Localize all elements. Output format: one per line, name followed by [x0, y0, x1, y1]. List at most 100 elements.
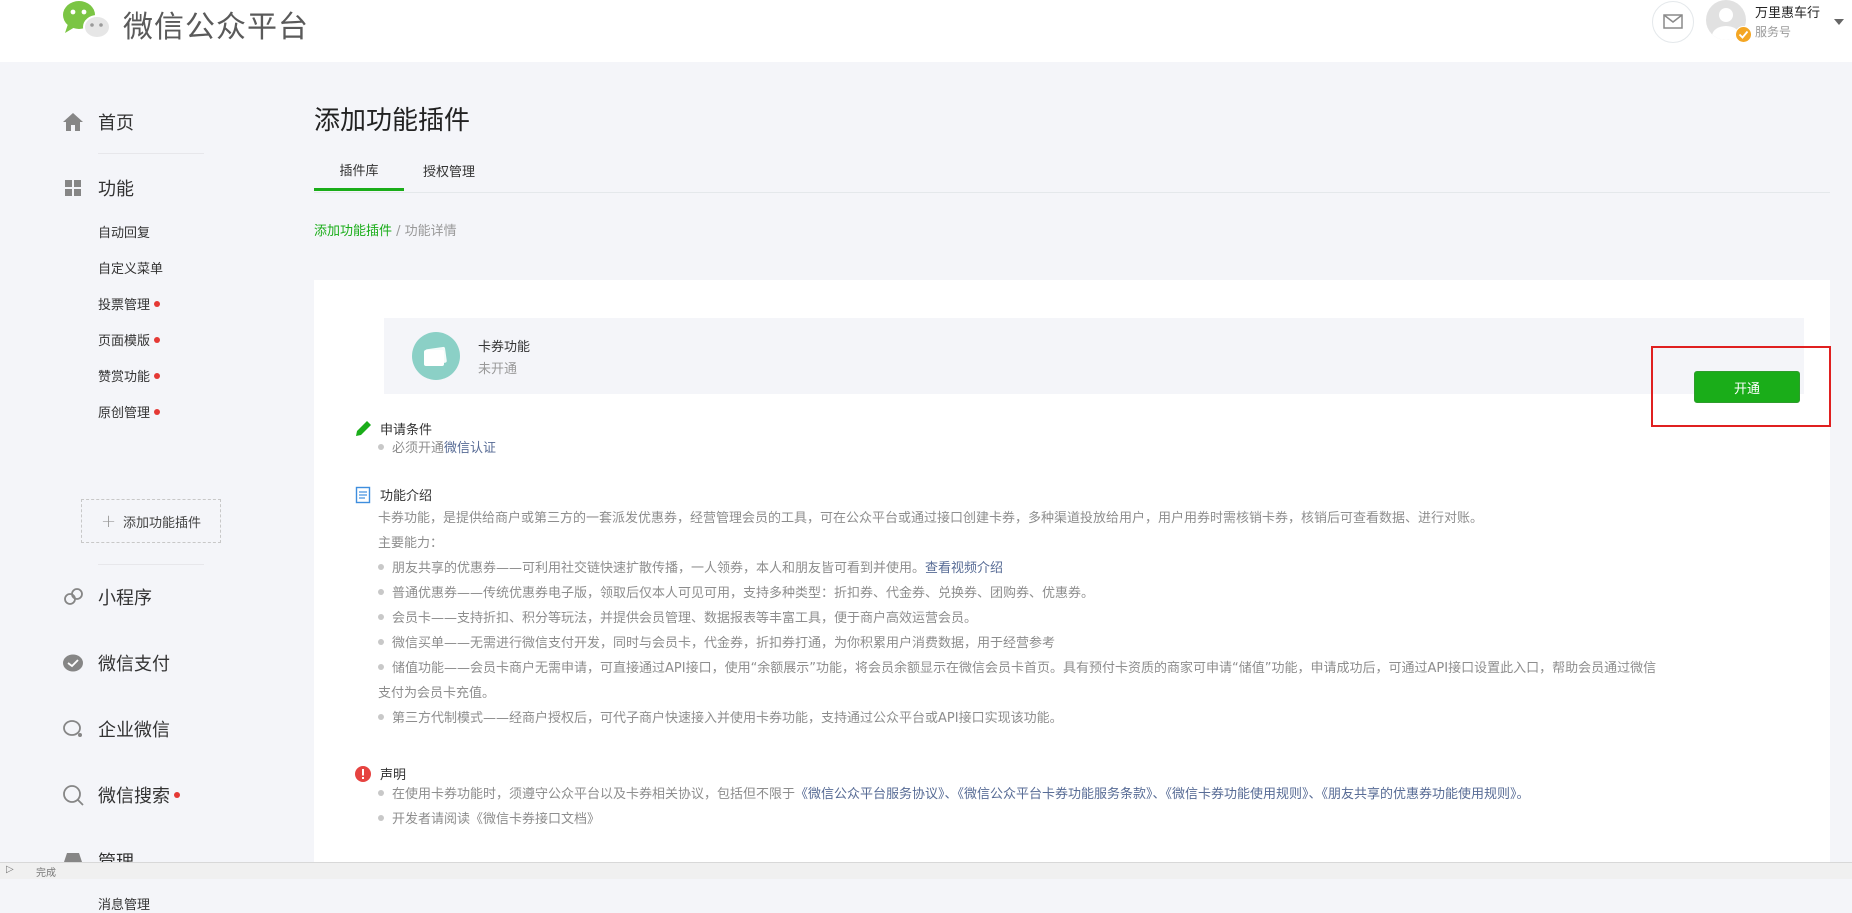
sidebar-item-label: 自定义菜单 [98, 262, 164, 277]
breadcrumb-separator: / [392, 224, 405, 239]
sidebar-item-label: 微信支付 [98, 654, 170, 675]
abilities-label: 主要能力： [378, 536, 444, 551]
enable-button[interactable]: 开通 [1694, 371, 1800, 403]
section-title: 功能介绍 [380, 489, 433, 504]
chevron-down-icon[interactable] [1834, 10, 1844, 29]
ability-item: 普通优惠券——传统优惠券电子版，领取后仅本人可见可用，支持多种类型：折扣券、代金… [378, 581, 1798, 606]
feature-detail-card: 卡券功能 未开通 开通 申请条件 必须开通微信认证 功能介绍 卡券功能，是提供给… [314, 280, 1831, 878]
card-coupon-icon [412, 332, 460, 380]
condition-text: 必须开通 [392, 441, 445, 456]
sidebar-item-home[interactable]: 首页 [62, 109, 134, 135]
divider [98, 153, 204, 154]
ability-item: 朋友共享的优惠券——可利用社交链快速扩散传播，一人领券，本人和朋友皆可看到并使用… [378, 556, 1798, 581]
tab-label: 插件库 [339, 163, 379, 179]
sidebar-item-custom-menu[interactable]: 自定义菜单 [98, 258, 163, 277]
tab-bar: 插件库 授权管理 [314, 150, 1830, 193]
ability-text: 储值功能——会员卡商户无需申请，可直接通过API接口，使用“余额展示”功能，将会… [392, 661, 1657, 676]
sidebar-item-messages[interactable]: 消息管理 [98, 894, 150, 913]
sidebar-item-label: 赞赏功能 [98, 370, 151, 385]
sidebar-item-label: 企业微信 [98, 720, 170, 741]
mail-icon [1663, 14, 1683, 29]
ability-item: 会员卡——支持折扣、积分等玩法，并提供会员管理、数据报表等丰富工具，便于商户高效… [378, 606, 1798, 631]
ability-item: 微信买单——无需进行微信支付开发，同时与会员卡，代金券，折扣券打通，为你积累用户… [378, 631, 1798, 656]
grid-icon [62, 177, 84, 199]
statement-text[interactable]: 开发者请阅读《微信卡券接口文档》 [392, 812, 600, 827]
ability-item: 储值功能——会员卡商户无需申请，可直接通过API接口，使用“余额展示”功能，将会… [378, 656, 1798, 681]
new-badge [174, 792, 180, 798]
sidebar-item-page-template[interactable]: 页面模版 [98, 330, 161, 349]
section-title: 声明 [380, 768, 407, 783]
sidebar-item-original[interactable]: 原创管理 [98, 402, 161, 421]
browser-status-bar: ▷ 完成 [0, 862, 1852, 879]
sidebar-item-label: 消息管理 [98, 898, 151, 913]
add-plugin-button[interactable]: + 添加功能插件 [81, 499, 221, 543]
bullet-icon [378, 814, 384, 821]
sidebar-item-auto-reply[interactable]: 自动回复 [98, 222, 150, 241]
plus-icon: + [100, 510, 117, 532]
breadcrumb: 添加功能插件 / 功能详情 [314, 220, 457, 239]
account-name[interactable]: 万里惠车行 [1755, 2, 1820, 21]
sidebar-item-enterprise[interactable]: 企业微信 [62, 716, 170, 742]
platform-title[interactable]: 微信公众平台 [123, 2, 309, 46]
warning-icon [354, 765, 372, 783]
tab-auth-manage[interactable]: 授权管理 [404, 150, 494, 191]
bullet-icon [378, 443, 384, 450]
new-badge [154, 372, 161, 379]
sidebar-item-search[interactable]: 微信搜索 [62, 782, 180, 808]
page-title: 添加功能插件 [314, 106, 471, 136]
feature-name: 卡券功能 [478, 340, 531, 355]
pen-icon [354, 420, 372, 438]
breadcrumb-current: 功能详情 [404, 224, 457, 239]
wechat-auth-link[interactable]: 微信认证 [444, 441, 496, 456]
sidebar-item-label: 首页 [98, 113, 134, 134]
ability-text: 会员卡——支持折扣、积分等玩法，并提供会员管理、数据报表等丰富工具，便于商户高效… [392, 611, 978, 626]
sidebar-item-label: 页面模版 [98, 334, 151, 349]
divider [98, 564, 204, 565]
agreement-links[interactable]: 《微信公众平台服务协议》、《微信公众平台卡券功能服务条款》、《微信卡券功能使用规… [795, 787, 1530, 802]
sidebar-item-label: 自动回复 [98, 226, 151, 241]
bullet-icon [378, 663, 384, 670]
ability-text: 微信买单——无需进行微信支付开发，同时与会员卡，代金券，折扣券打通，为你积累用户… [392, 636, 1056, 651]
ability-text: 普通优惠券——传统优惠券电子版，领取后仅本人可见可用，支持多种类型：折扣券、代金… [392, 586, 1095, 601]
new-badge [154, 408, 161, 415]
condition-item: 必须开通微信认证 [378, 436, 1798, 461]
feature-summary: 卡券功能 未开通 开通 [384, 318, 1831, 427]
wechat-logo-icon[interactable] [62, 0, 118, 44]
status-text: 完成 [36, 868, 56, 879]
breadcrumb-link[interactable]: 添加功能插件 [314, 224, 392, 239]
sidebar-item-wechat-pay[interactable]: 微信支付 [62, 650, 170, 676]
top-header: 微信公众平台 万里惠车行 服务号 [0, 0, 1852, 62]
mail-button[interactable] [1652, 1, 1694, 43]
tab-label: 授权管理 [422, 165, 475, 180]
ability-continued: 支付为会员卡充值。 [378, 686, 496, 701]
new-badge [154, 336, 161, 343]
statement-heading: 声明 [354, 764, 406, 783]
statement-item: 开发者请阅读《微信卡券接口文档》 [378, 807, 1798, 829]
home-icon [62, 111, 84, 133]
ability-item: 第三方代制模式——经商户授权后，可代子商户快速接入并使用卡券功能，支持通过公众平… [378, 706, 1798, 731]
sidebar-item-label: 原创管理 [98, 406, 151, 421]
bullet-icon [378, 588, 384, 595]
sidebar-item-vote[interactable]: 投票管理 [98, 294, 161, 313]
bullet-icon [378, 789, 384, 796]
sidebar-item-functions[interactable]: 功能 [62, 175, 134, 201]
statement-text: 在使用卡券功能时，须遵守公众平台以及卡券相关协议，包括但不限于 [392, 787, 796, 802]
status-icon: ▷ [6, 864, 14, 875]
tab-plugin-library[interactable]: 插件库 [314, 150, 404, 191]
bullet-icon [378, 638, 384, 645]
new-badge [154, 300, 161, 307]
search-icon [62, 784, 84, 806]
sidebar-item-mini-program[interactable]: 小程序 [62, 584, 152, 610]
feature-status: 未开通 [478, 362, 518, 377]
sidebar-item-label: 投票管理 [98, 298, 151, 313]
statement-item: 在使用卡券功能时，须遵守公众平台以及卡券相关协议，包括但不限于《微信公众平台服务… [378, 782, 1798, 807]
sidebar-item-label: 微信搜索 [98, 786, 170, 807]
video-intro-link[interactable]: 查看视频介绍 [925, 561, 1003, 576]
account-type: 服务号 [1755, 25, 1792, 39]
wallet-icon [62, 652, 84, 674]
document-icon [354, 486, 372, 504]
sidebar-item-label: 小程序 [98, 588, 152, 609]
sidebar-item-reward[interactable]: 赞赏功能 [98, 366, 161, 385]
chat-bubble-icon [62, 718, 84, 740]
intro-description: 卡券功能，是提供给商户或第三方的一套派发优惠券，经营管理会员的工具，可在公众平台… [378, 511, 1484, 526]
